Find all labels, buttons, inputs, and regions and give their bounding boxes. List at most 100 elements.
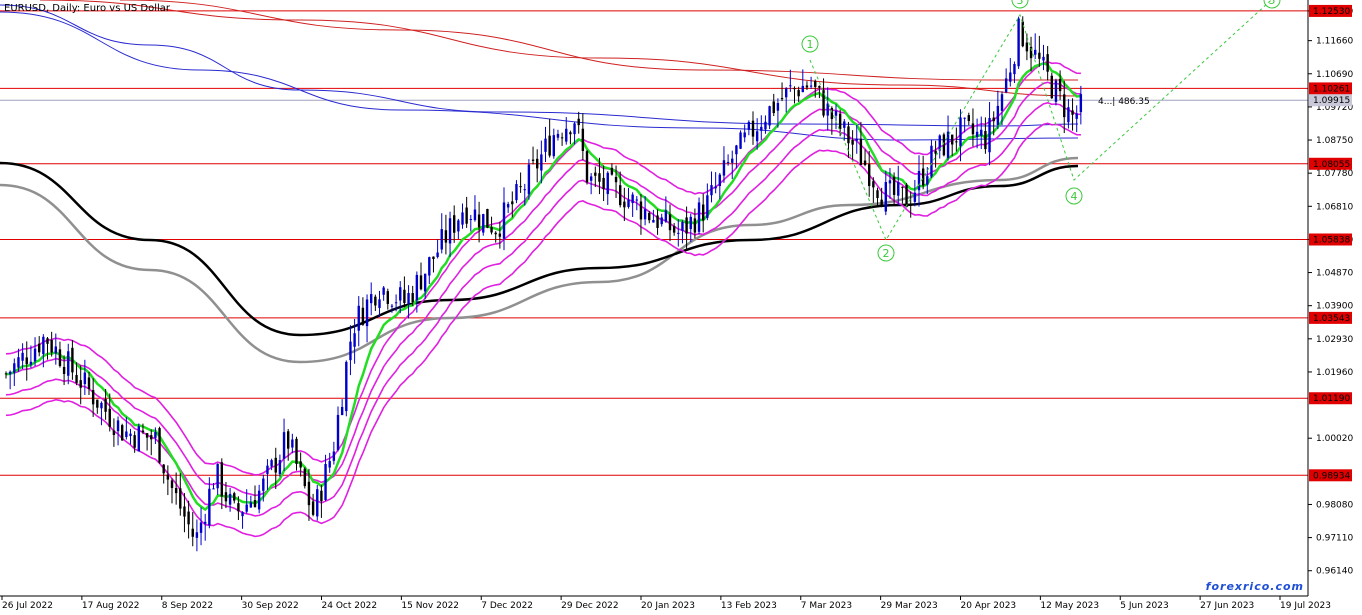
candle-body — [436, 252, 439, 257]
candle-body — [743, 132, 746, 138]
candle-body — [652, 220, 655, 223]
candle-body — [1071, 110, 1074, 115]
candle-body — [921, 168, 925, 186]
candle-body — [1046, 54, 1049, 72]
candle-body — [913, 192, 917, 202]
candle-body — [656, 215, 659, 228]
candle-body — [834, 110, 838, 116]
candle-body — [934, 150, 937, 154]
candle-body — [249, 502, 253, 508]
candle-body — [697, 202, 701, 232]
candle-body — [760, 126, 763, 131]
candle-body — [577, 118, 580, 126]
candle-body — [440, 229, 443, 250]
candle-body — [552, 135, 555, 157]
candle-body — [212, 488, 215, 490]
candle-body — [100, 402, 103, 409]
candle-body — [1013, 63, 1016, 75]
candle-body — [382, 287, 385, 295]
candle-body — [789, 85, 792, 87]
candle-body — [245, 504, 248, 512]
y-tick-label: 1.08750 — [1316, 136, 1353, 146]
price-chart[interactable]: 12345 1.125301.116601.106901.097201.0875… — [0, 0, 1362, 615]
x-tick-label: 15 Nov 2022 — [401, 601, 459, 611]
candle-body — [108, 408, 111, 427]
candle-body — [681, 221, 684, 231]
candle-body — [287, 431, 290, 449]
candle-body — [780, 98, 784, 100]
candle-body — [482, 214, 485, 233]
candle-body — [917, 170, 921, 191]
candle — [905, 183, 908, 208]
candle-body — [415, 274, 419, 301]
x-tick-label: 7 Mar 2023 — [801, 601, 852, 611]
candle-body — [544, 138, 547, 152]
candle-body — [486, 208, 489, 228]
candle-body — [25, 357, 28, 365]
candle-body — [619, 185, 622, 206]
level-label-text: 1.08055 — [1313, 160, 1350, 170]
candle-body — [237, 503, 240, 512]
candle-body — [643, 209, 647, 220]
candle-body — [623, 201, 626, 208]
candle-body — [1000, 94, 1004, 111]
y-tick-label: 1.03900 — [1316, 302, 1353, 312]
candle-body — [490, 227, 493, 233]
candle-body — [855, 138, 858, 141]
candle-body — [112, 430, 116, 435]
candle-body — [838, 113, 842, 129]
candle-body — [523, 189, 526, 191]
candle-body — [50, 339, 53, 353]
candle-body — [1009, 72, 1012, 82]
candle-body — [755, 131, 759, 142]
candle-body — [316, 489, 319, 517]
wave-number: 2 — [883, 247, 890, 260]
wave-number: 4 — [1071, 190, 1078, 203]
candle-body — [747, 121, 751, 130]
candle-body — [502, 202, 506, 239]
candle-body — [374, 296, 377, 306]
candle-body — [465, 207, 468, 224]
candle-body — [208, 488, 211, 526]
candle-body — [1067, 107, 1070, 123]
candle-body — [195, 532, 199, 538]
candle-body — [498, 233, 502, 237]
candle — [345, 360, 348, 417]
candle-body — [693, 218, 697, 233]
symbol-title: EURUSD, Daily: Euro vs US Dollar — [4, 3, 171, 14]
candle-body — [664, 210, 668, 222]
candle-body — [174, 488, 178, 494]
candle-body — [125, 431, 128, 438]
candle-body — [303, 468, 306, 487]
candle-body — [477, 214, 481, 228]
candle-body — [884, 182, 887, 212]
chart-title: EURUSD, Daily: Euro vs US Dollar — [4, 3, 170, 14]
candle-body — [349, 341, 352, 361]
candle-body — [233, 493, 236, 501]
candle-body — [361, 307, 365, 325]
candle-body — [282, 432, 286, 459]
candle-body — [75, 375, 78, 383]
candle — [1050, 72, 1053, 99]
candle-body — [718, 174, 721, 187]
candle-body — [257, 490, 261, 510]
candle-body — [1050, 75, 1053, 99]
candle-body — [565, 128, 568, 142]
candle-body — [859, 138, 863, 165]
candle-body — [851, 139, 854, 145]
x-tick-label: 29 Dec 2022 — [561, 601, 619, 611]
y-tick-label: 1.07780 — [1316, 169, 1353, 179]
candle-body — [220, 462, 223, 497]
candle-body — [814, 81, 817, 87]
candle-body — [888, 180, 892, 184]
candle-body — [569, 132, 572, 135]
candle-body — [1017, 18, 1020, 67]
y-tick-label: 0.98080 — [1316, 500, 1353, 510]
candle-body — [527, 164, 531, 195]
candle-body — [556, 133, 560, 138]
candle-body — [951, 134, 954, 145]
candle-body — [62, 366, 66, 374]
candle-body — [589, 176, 593, 181]
candle-body — [42, 336, 45, 355]
candle-body — [764, 121, 767, 130]
